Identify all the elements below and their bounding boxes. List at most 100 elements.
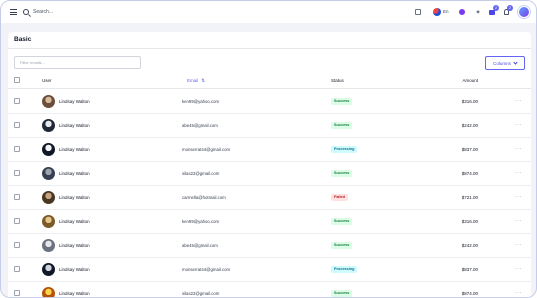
search-input[interactable] bbox=[33, 9, 133, 15]
more-actions-icon[interactable]: ··· bbox=[515, 290, 522, 296]
columns-label: Columns bbox=[493, 60, 511, 66]
row-checkbox[interactable] bbox=[14, 170, 20, 176]
more-actions-icon[interactable]: ··· bbox=[515, 266, 522, 272]
header-status: Status bbox=[331, 78, 344, 83]
flag-icon[interactable] bbox=[433, 8, 441, 16]
search-icon bbox=[23, 9, 29, 15]
user-name: Lindsay Walton bbox=[59, 99, 90, 104]
table-row[interactable]: Lindsay Walton carmella@hotmail.com Failed… bbox=[8, 186, 531, 210]
email-cell: carmella@hotmail.com bbox=[182, 195, 226, 200]
table-row[interactable]: Lindsay Walton monserrat44@gmail.com Proce… bbox=[8, 138, 531, 162]
table-row[interactable]: Lindsay Walton monserrat44@gmail.com Proce… bbox=[8, 258, 531, 282]
email-cell: silas22@gmail.com bbox=[182, 291, 220, 296]
amount-cell: $837.00 bbox=[461, 267, 478, 272]
status-badge: Success bbox=[331, 242, 353, 249]
row-checkbox[interactable] bbox=[14, 194, 20, 200]
table-row[interactable]: Lindsay Walton abe45@gmail.com Success $242… bbox=[8, 234, 531, 258]
more-actions-icon[interactable]: ··· bbox=[515, 194, 522, 200]
header-amount: Amount bbox=[462, 78, 478, 83]
menu-icon[interactable] bbox=[10, 9, 17, 15]
language-label[interactable]: En bbox=[443, 9, 449, 14]
avatar bbox=[42, 95, 55, 108]
table-row[interactable]: Lindsay Walton abe45@gmail.com Success $242… bbox=[8, 114, 531, 138]
user-name: Lindsay Walton bbox=[59, 267, 90, 272]
top-bar: En ✶ 2 2 bbox=[1, 1, 536, 23]
row-checkbox[interactable] bbox=[14, 98, 20, 104]
status-badge: Success bbox=[331, 170, 353, 177]
table-header: User Email ⇅ Status Amount bbox=[8, 73, 531, 89]
header-user: User bbox=[42, 78, 52, 83]
row-checkbox[interactable] bbox=[14, 122, 20, 128]
user-avatar[interactable] bbox=[518, 6, 530, 18]
app-window: En ✶ 2 2 Basic Columns User Email⇅ Statu… bbox=[0, 0, 537, 298]
notification-count-badge: 2 bbox=[507, 5, 513, 11]
email-cell: silas22@gmail.com bbox=[182, 171, 220, 176]
amount-cell: $874.00 bbox=[461, 291, 478, 296]
table-row[interactable]: Lindsay Walton silas22@gmail.com Success $8… bbox=[8, 162, 531, 186]
more-actions-icon[interactable]: ··· bbox=[515, 242, 522, 248]
user-name: Lindsay Walton bbox=[59, 219, 90, 224]
email-cell: ken99@yahoo.com bbox=[182, 99, 220, 104]
theme-icon[interactable] bbox=[459, 9, 465, 15]
email-cell: monserrat44@gmail.com bbox=[182, 147, 231, 152]
status-badge: Success bbox=[331, 98, 353, 105]
avatar bbox=[42, 167, 55, 180]
table-row[interactable]: Lindsay Walton silas22@gmail.com Success $8… bbox=[8, 282, 531, 297]
select-all-checkbox[interactable] bbox=[14, 77, 20, 83]
user-name: Lindsay Walton bbox=[59, 123, 90, 128]
user-name: Lindsay Walton bbox=[59, 243, 90, 248]
avatar bbox=[42, 143, 55, 156]
email-cell: ken99@yahoo.com bbox=[182, 219, 220, 224]
more-actions-icon[interactable]: ··· bbox=[515, 170, 522, 176]
avatar bbox=[42, 119, 55, 132]
sort-icon[interactable]: ⇅ bbox=[201, 78, 205, 84]
more-actions-icon[interactable]: ··· bbox=[515, 146, 522, 152]
user-name: Lindsay Walton bbox=[59, 171, 90, 176]
amount-cell: $721.00 bbox=[461, 195, 478, 200]
avatar bbox=[42, 215, 55, 228]
avatar bbox=[42, 191, 55, 204]
inbox-count-badge: 2 bbox=[493, 5, 499, 11]
avatar bbox=[42, 287, 55, 297]
row-checkbox[interactable] bbox=[14, 146, 20, 152]
header-email-label: Email bbox=[187, 78, 199, 83]
email-cell: abe45@gmail.com bbox=[182, 123, 218, 128]
more-actions-icon[interactable]: ··· bbox=[515, 98, 522, 104]
divider bbox=[8, 48, 531, 49]
more-actions-icon[interactable]: ··· bbox=[515, 218, 522, 224]
amount-cell: $242.00 bbox=[461, 243, 478, 248]
amount-cell: $316.00 bbox=[461, 219, 478, 224]
avatar bbox=[42, 263, 55, 276]
amount-cell: $837.00 bbox=[461, 147, 478, 152]
row-checkbox[interactable] bbox=[14, 290, 20, 296]
row-checkbox[interactable] bbox=[14, 242, 20, 248]
status-badge: Success bbox=[331, 122, 353, 129]
amount-cell: $874.00 bbox=[461, 171, 478, 176]
amount-cell: $242.00 bbox=[461, 123, 478, 128]
search-box[interactable] bbox=[23, 6, 143, 18]
table-card: Basic Columns User Email⇅ Status Amount … bbox=[8, 32, 531, 297]
chevron-down-icon bbox=[513, 59, 518, 65]
status-badge: Success bbox=[331, 290, 353, 297]
amount-cell: $316.00 bbox=[461, 99, 478, 104]
star-icon[interactable]: ✶ bbox=[474, 8, 482, 16]
header-email[interactable]: Email ⇅ bbox=[187, 78, 205, 84]
user-name: Lindsay Walton bbox=[59, 147, 90, 152]
table-row[interactable]: Lindsay Walton ken99@yahoo.com Success $316… bbox=[8, 210, 531, 234]
user-name: Lindsay Walton bbox=[59, 291, 90, 296]
calendar-icon[interactable] bbox=[415, 9, 421, 15]
columns-button[interactable]: Columns bbox=[485, 56, 525, 70]
filter-emails-input[interactable] bbox=[14, 56, 141, 69]
table-row[interactable]: Lindsay Walton ken99@yahoo.com Success $316… bbox=[8, 90, 531, 114]
email-cell: abe45@gmail.com bbox=[182, 243, 218, 248]
status-badge: Success bbox=[331, 218, 353, 225]
email-cell: monserrat44@gmail.com bbox=[182, 267, 231, 272]
avatar bbox=[42, 239, 55, 252]
status-badge: Processing bbox=[331, 146, 358, 153]
user-name: Lindsay Walton bbox=[59, 195, 90, 200]
status-badge: Failed bbox=[331, 194, 348, 201]
row-checkbox[interactable] bbox=[14, 266, 20, 272]
card-title: Basic bbox=[14, 36, 32, 43]
more-actions-icon[interactable]: ··· bbox=[515, 122, 522, 128]
row-checkbox[interactable] bbox=[14, 218, 20, 224]
